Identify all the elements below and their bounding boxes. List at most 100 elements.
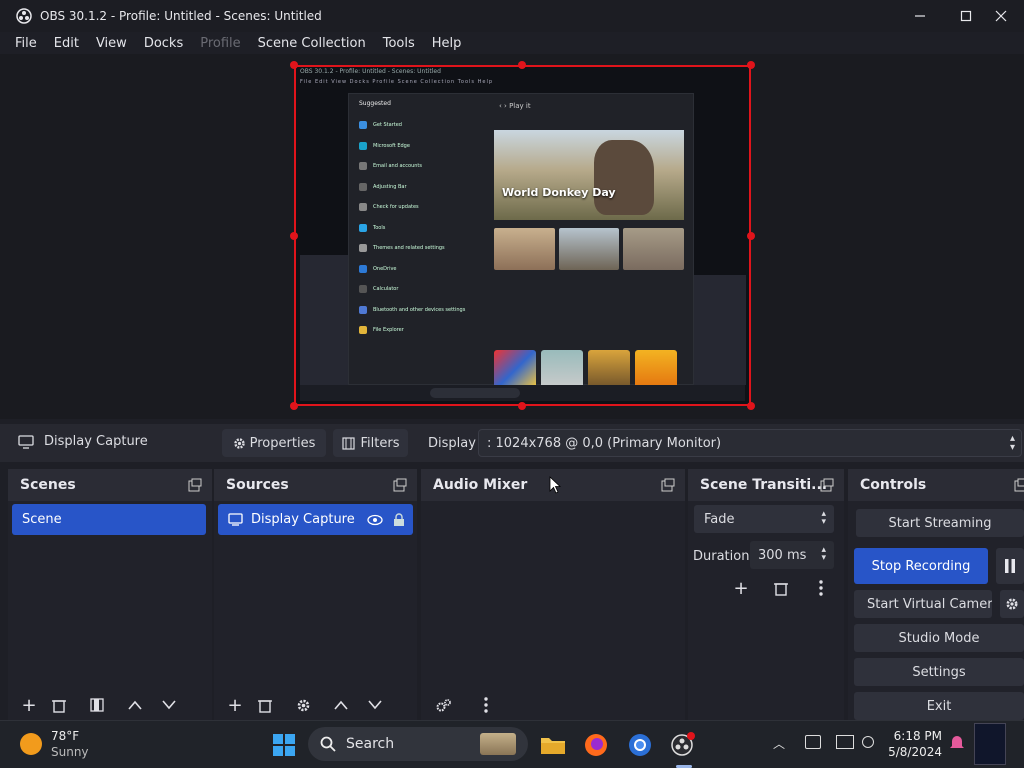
undock-icon[interactable] bbox=[820, 478, 834, 492]
file-explorer-button[interactable] bbox=[537, 729, 569, 761]
volume-icon[interactable] bbox=[862, 736, 874, 748]
chrome-button[interactable] bbox=[624, 729, 656, 761]
add-transition-button[interactable]: + bbox=[726, 575, 756, 601]
firefox-button[interactable] bbox=[580, 729, 612, 761]
sources-list[interactable]: Display Capture + bbox=[214, 501, 417, 721]
chevron-down-icon bbox=[162, 700, 176, 710]
menu-scene-collection[interactable]: Scene Collection bbox=[258, 36, 366, 51]
menu-docks[interactable]: Docks bbox=[144, 36, 183, 51]
source-item[interactable]: Display Capture bbox=[218, 504, 413, 535]
filters-button[interactable]: Filters bbox=[333, 429, 408, 457]
start-virtual-camera-button[interactable]: Start Virtual Camera bbox=[854, 590, 992, 618]
source-properties-button[interactable] bbox=[288, 692, 318, 718]
more-vertical-icon bbox=[819, 580, 823, 596]
studio-mode-button[interactable]: Studio Mode bbox=[854, 624, 1024, 652]
exit-button[interactable]: Exit bbox=[854, 692, 1024, 720]
undock-icon[interactable] bbox=[188, 478, 202, 492]
resize-handle[interactable] bbox=[290, 61, 298, 69]
eye-icon[interactable] bbox=[367, 514, 383, 526]
controls-body: Start Streaming Stop Recording Start Vir… bbox=[848, 501, 1024, 721]
scene-item[interactable]: Scene bbox=[12, 504, 206, 535]
pause-recording-button[interactable] bbox=[996, 548, 1024, 584]
move-scene-up-button[interactable] bbox=[120, 692, 150, 718]
move-source-down-button[interactable] bbox=[360, 692, 390, 718]
trash-icon bbox=[52, 699, 66, 713]
undock-icon[interactable] bbox=[393, 478, 407, 492]
move-source-up-button[interactable] bbox=[326, 692, 356, 718]
menu-edit[interactable]: Edit bbox=[54, 36, 79, 51]
scenes-title: Scenes bbox=[20, 477, 76, 493]
tray-app-icon[interactable] bbox=[805, 735, 821, 749]
updown-icon: ▴ ▾ bbox=[821, 509, 826, 527]
scene-filters-button[interactable] bbox=[82, 692, 112, 718]
sources-footer: + bbox=[214, 689, 417, 721]
controls-title: Controls bbox=[860, 477, 927, 493]
filter-icon bbox=[90, 698, 104, 712]
scene-transitions-body: Fade ▴ ▾ Duration 300 ms ▴ ▾ + bbox=[688, 501, 844, 721]
sun-icon bbox=[20, 733, 42, 755]
scenes-footer: + bbox=[8, 689, 212, 721]
notification-bell-icon[interactable] bbox=[950, 735, 964, 751]
menu-bar: File Edit View Docks Profile Scene Colle… bbox=[0, 32, 1024, 54]
menu-tools[interactable]: Tools bbox=[383, 36, 415, 51]
resize-handle[interactable] bbox=[747, 232, 755, 240]
resize-handle[interactable] bbox=[747, 402, 755, 410]
resize-handle[interactable] bbox=[518, 61, 526, 69]
sources-dock-header: Sources bbox=[214, 469, 417, 501]
remove-transition-button[interactable] bbox=[766, 575, 796, 601]
minimize-button[interactable] bbox=[897, 0, 943, 32]
move-scene-down-button[interactable] bbox=[154, 692, 184, 718]
virtual-camera-settings-button[interactable] bbox=[1000, 590, 1024, 618]
search-label: Search bbox=[346, 736, 395, 752]
network-icon[interactable] bbox=[836, 735, 854, 749]
remove-scene-button[interactable] bbox=[44, 692, 74, 718]
taskbar-search[interactable]: Search bbox=[308, 727, 528, 761]
audio-menu-button[interactable] bbox=[471, 692, 501, 718]
selected-source: Display Capture bbox=[18, 434, 148, 449]
weather-widget[interactable]: 78°F Sunny bbox=[51, 728, 89, 760]
resize-handle[interactable] bbox=[290, 232, 298, 240]
window-title: OBS 30.1.2 - Profile: Untitled - Scenes:… bbox=[40, 9, 322, 23]
display-label: Display bbox=[428, 436, 476, 451]
mouse-cursor-icon bbox=[549, 476, 561, 494]
obs-logo-icon bbox=[16, 8, 32, 24]
sources-title: Sources bbox=[226, 477, 289, 493]
filter-icon bbox=[341, 436, 355, 450]
menu-help[interactable]: Help bbox=[432, 36, 462, 51]
menu-profile[interactable]: Profile bbox=[200, 36, 240, 51]
display-value: : 1024x768 @ 0,0 (Primary Monitor) bbox=[487, 435, 722, 451]
scene-transitions-title: Scene Transiti... bbox=[700, 477, 828, 493]
undock-icon[interactable] bbox=[1014, 478, 1024, 492]
search-icon bbox=[320, 736, 336, 752]
lock-icon[interactable] bbox=[393, 512, 405, 527]
menu-file[interactable]: File bbox=[15, 36, 37, 51]
gear-icon bbox=[1006, 598, 1018, 610]
display-capture-preview[interactable]: OBS 30.1.2 - Profile: Untitled - Scenes:… bbox=[294, 65, 751, 406]
resize-handle[interactable] bbox=[290, 402, 298, 410]
close-button[interactable] bbox=[978, 0, 1024, 32]
advanced-audio-button[interactable] bbox=[429, 692, 459, 718]
scenes-list[interactable]: Scene + bbox=[8, 501, 212, 721]
windows-start-button[interactable] bbox=[268, 729, 300, 761]
clock[interactable]: 6:18 PM 5/8/2024 bbox=[886, 728, 942, 760]
undock-icon[interactable] bbox=[661, 478, 675, 492]
scene-transitions-dock: Scene Transiti... Fade ▴ ▾ Duration 300 m… bbox=[688, 469, 844, 721]
chevron-up-icon[interactable]: ︿ bbox=[773, 735, 785, 752]
transition-select[interactable]: Fade ▴ ▾ bbox=[694, 505, 834, 533]
add-scene-button[interactable]: + bbox=[14, 692, 44, 718]
remove-source-button[interactable] bbox=[250, 692, 280, 718]
duration-spinbox[interactable]: 300 ms ▴ ▾ bbox=[750, 541, 834, 569]
start-streaming-button[interactable]: Start Streaming bbox=[856, 509, 1024, 537]
settings-button[interactable]: Settings bbox=[854, 658, 1024, 686]
obs-taskbar-button[interactable] bbox=[667, 729, 699, 761]
properties-button[interactable]: Properties bbox=[222, 429, 326, 457]
add-source-button[interactable]: + bbox=[220, 692, 250, 718]
menu-view[interactable]: View bbox=[96, 36, 127, 51]
resize-handle[interactable] bbox=[518, 402, 526, 410]
resize-handle[interactable] bbox=[747, 61, 755, 69]
desktop-peek-thumbnail[interactable] bbox=[974, 723, 1006, 765]
close-icon bbox=[995, 10, 1007, 22]
display-select[interactable]: : 1024x768 @ 0,0 (Primary Monitor) ▴ ▾ bbox=[478, 429, 1022, 457]
transition-menu-button[interactable] bbox=[806, 575, 836, 601]
stop-recording-button[interactable]: Stop Recording bbox=[854, 548, 988, 584]
